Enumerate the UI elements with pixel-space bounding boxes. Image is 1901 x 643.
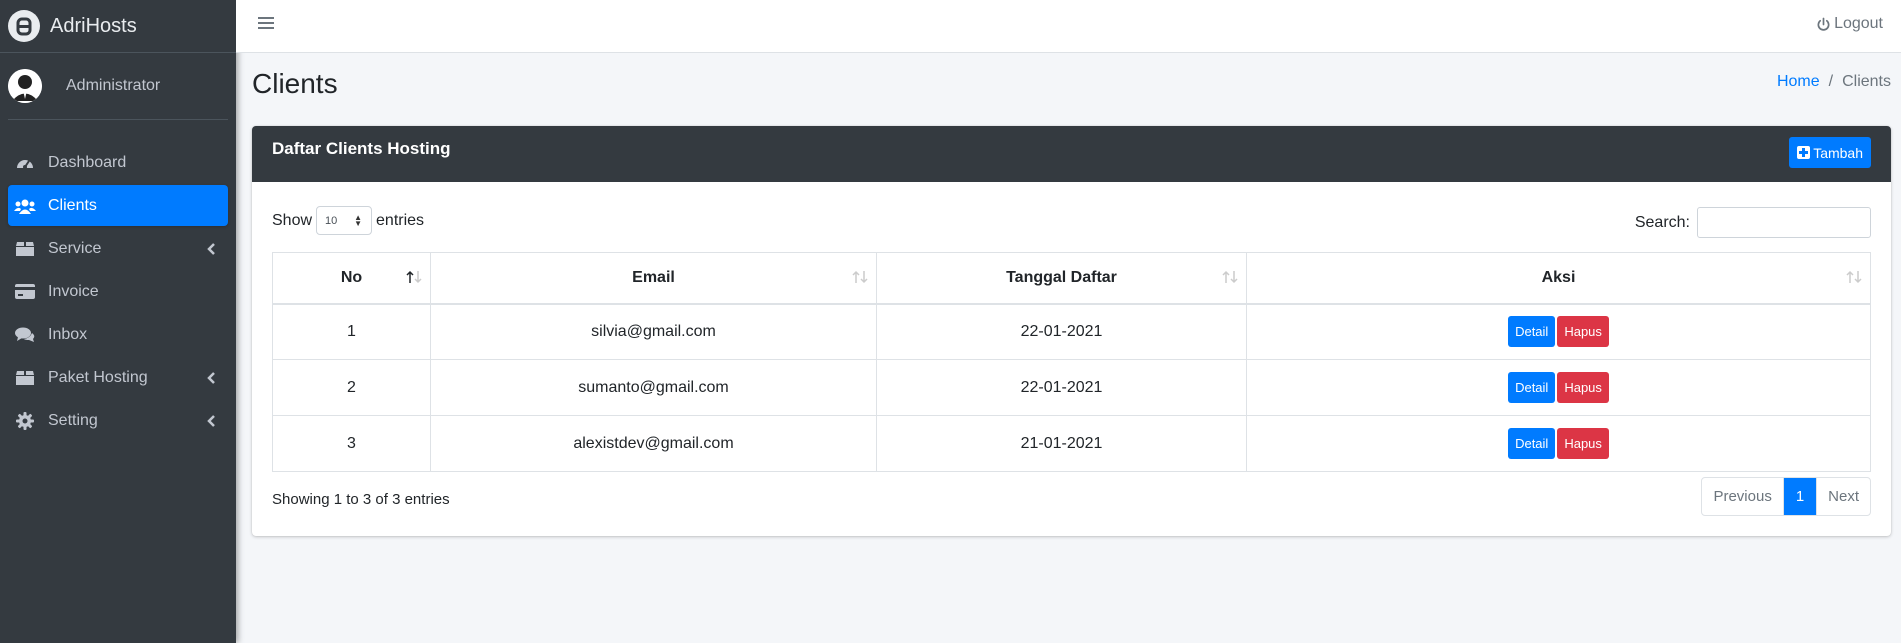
entries-label: entries: [376, 211, 425, 229]
clients-card: Daftar Clients Hosting Tambah Show 10 ▲ ▼…: [252, 126, 1891, 536]
length-control: Show 10 ▲ ▼ entries: [272, 206, 424, 235]
table-row: 3 alexistdev@gmail.com 21-01-2021 Detail Hap…: [272, 415, 1871, 472]
sidebar-item-setting[interactable]: Setting: [8, 400, 228, 441]
chevron-left-icon: [206, 371, 216, 385]
cell-date: 22-01-2021: [876, 359, 1247, 416]
pagination-next[interactable]: Next: [1816, 478, 1870, 515]
plus-square-icon: [1797, 146, 1811, 159]
add-client-button[interactable]: Tambah: [1789, 137, 1871, 168]
clients-table: No Email Tanggal Daftar Aksi 1 silvia@gm…: [272, 252, 1871, 472]
cell-email: sumanto@gmail.com: [430, 359, 877, 416]
card-header: Daftar Clients Hosting Tambah: [252, 126, 1891, 182]
detail-button[interactable]: Detail: [1508, 372, 1556, 403]
sidebar-item-dashboard[interactable]: Dashboard: [8, 142, 228, 183]
pagination-page-1[interactable]: 1: [1783, 478, 1817, 515]
column-header-label: Aksi: [1541, 268, 1576, 286]
sidebar-item-clients[interactable]: Clients: [8, 185, 228, 226]
cell-date: 21-01-2021: [876, 415, 1247, 472]
avatar[interactable]: [8, 69, 42, 103]
sidebar-item-label: Setting: [48, 411, 98, 429]
brand-name: AdriHosts: [50, 14, 137, 37]
sidebar-item-paket-hosting[interactable]: Paket Hosting: [8, 357, 228, 398]
gear-icon: [14, 411, 36, 431]
sidebar-item-label: Paket Hosting: [48, 368, 148, 386]
show-label: Show: [272, 211, 313, 229]
cell-date: 22-01-2021: [876, 303, 1247, 360]
sort-icon: [852, 270, 868, 284]
table-header-row: No Email Tanggal Daftar Aksi: [272, 252, 1871, 305]
box-icon: [14, 368, 36, 388]
delete-button[interactable]: Hapus: [1557, 372, 1609, 403]
column-header-date[interactable]: Tanggal Daftar: [876, 252, 1247, 305]
table-info: Showing 1 to 3 of 3 entries: [272, 491, 450, 508]
logout-link[interactable]: Logout: [1816, 15, 1883, 33]
search-input[interactable]: [1697, 207, 1871, 238]
sidebar: AdriHosts Administrator Dashboard Clients…: [0, 0, 236, 643]
sort-icon: [1846, 270, 1862, 284]
menu-toggle-icon[interactable]: [258, 17, 274, 31]
sidebar-item-service[interactable]: Service: [8, 228, 228, 269]
delete-button[interactable]: Hapus: [1557, 428, 1609, 459]
comments-icon: [14, 325, 36, 345]
sidebar-item-label: Dashboard: [48, 153, 127, 171]
cell-actions: Detail Hapus: [1246, 359, 1871, 416]
cell-no: 2: [272, 359, 431, 416]
chevron-left-icon: [206, 414, 216, 428]
logout-label: Logout: [1834, 15, 1883, 32]
entries-select[interactable]: 10 ▲ ▼: [316, 206, 373, 235]
detail-button[interactable]: Detail: [1508, 316, 1556, 348]
table-row: 1 silvia@gmail.com 22-01-2021 Detail Hapus: [272, 303, 1871, 360]
sidebar-item-inbox[interactable]: Inbox: [8, 314, 228, 355]
brand-logo-icon: [8, 10, 40, 42]
tachometer-icon: [14, 153, 36, 173]
sort-icon: [1222, 270, 1238, 284]
sidebar-item-label: Inbox: [48, 325, 88, 343]
sidebar-item-invoice[interactable]: Invoice: [8, 271, 228, 312]
user-name[interactable]: Administrator: [66, 77, 160, 95]
page-title: Clients: [252, 68, 338, 99]
column-header-label: Tanggal Daftar: [1006, 268, 1117, 286]
cell-no: 1: [272, 303, 431, 360]
cell-actions: Detail Hapus: [1246, 303, 1871, 360]
sidebar-item-label: Clients: [48, 196, 97, 214]
breadcrumb-separator: /: [1828, 73, 1834, 90]
breadcrumb-current: Clients: [1842, 73, 1891, 90]
search-label: Search:: [1634, 213, 1690, 231]
cell-actions: Detail Hapus: [1246, 415, 1871, 472]
sidebar-nav: Dashboard Clients Service Invoice Inbox Paket…: [0, 120, 236, 441]
pagination: Previous 1 Next: [1701, 477, 1871, 516]
sidebar-item-label: Service: [48, 239, 102, 257]
box-icon: [14, 239, 36, 259]
sidebar-item-label: Invoice: [48, 282, 99, 300]
entries-select-value: 10: [325, 214, 338, 227]
delete-button[interactable]: Hapus: [1557, 316, 1609, 348]
search-control: Search:: [1635, 207, 1871, 238]
cell-no: 3: [272, 415, 431, 472]
detail-button[interactable]: Detail: [1508, 428, 1556, 459]
breadcrumb: Home / Clients: [1777, 73, 1891, 91]
column-header-action[interactable]: Aksi: [1246, 252, 1871, 305]
users-icon: [14, 196, 36, 216]
brand-link[interactable]: AdriHosts: [0, 0, 236, 53]
table-row: 2 sumanto@gmail.com 22-01-2021 Detail Hapus: [272, 359, 1871, 416]
user-panel: Administrator: [8, 53, 228, 120]
column-header-label: Email: [632, 268, 675, 286]
select-arrows-icon: ▲ ▼: [354, 213, 363, 228]
sort-asc-icon: [406, 270, 422, 284]
add-client-label: Tambah: [1813, 144, 1863, 161]
cell-email: alexistdev@gmail.com: [430, 415, 877, 472]
pagination-previous[interactable]: Previous: [1702, 478, 1784, 515]
column-header-email[interactable]: Email: [430, 252, 877, 305]
breadcrumb-home[interactable]: Home: [1777, 73, 1820, 91]
chevron-left-icon: [206, 242, 216, 256]
credit-card-icon: [14, 282, 36, 302]
top-navbar: Logout: [236, 0, 1901, 53]
cell-email: silvia@gmail.com: [430, 303, 877, 360]
card-title: Daftar Clients Hosting: [272, 139, 451, 158]
column-header-label: No: [340, 268, 363, 286]
column-header-no[interactable]: No: [272, 252, 431, 305]
power-icon: [1817, 17, 1830, 31]
